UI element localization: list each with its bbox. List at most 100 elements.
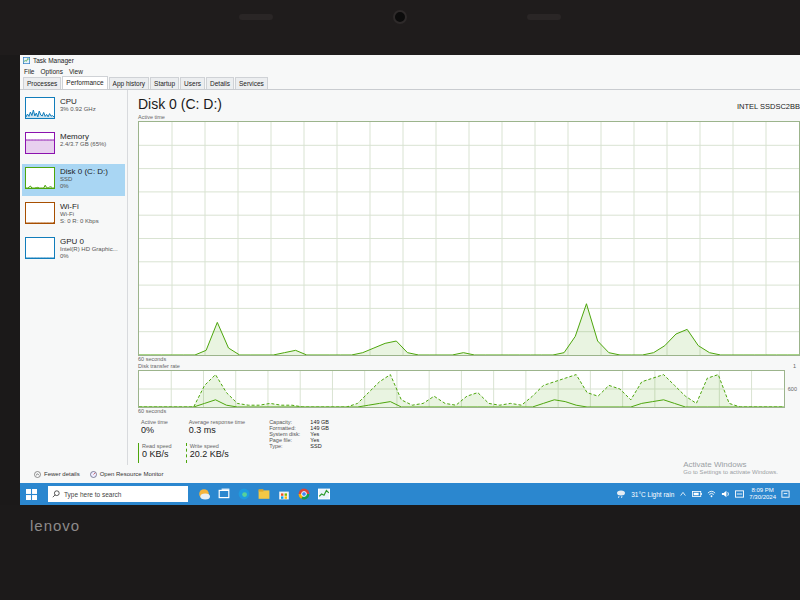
chart-plot	[26, 98, 54, 118]
stat-value: 0.3 ms	[189, 425, 245, 435]
axis-label-row: 60 seconds	[138, 356, 800, 363]
property-label: Capacity:	[269, 419, 300, 425]
clock-time: 8:09 PM	[751, 487, 773, 494]
search-icon	[52, 490, 60, 498]
battery-icon[interactable]	[692, 490, 702, 498]
stat-label: Average response time	[189, 419, 245, 425]
property-label: Page file:	[269, 437, 300, 443]
weather-widget-icon[interactable]	[198, 488, 210, 500]
wifi-icon[interactable]	[707, 490, 716, 498]
sidebar-name: Wi-Fi	[60, 202, 99, 211]
axis-label: 60 seconds	[138, 356, 166, 363]
detail-header: Disk 0 (C: D:)INTEL SSDSC2BB	[138, 96, 800, 114]
edge-icon[interactable]	[238, 488, 250, 500]
sidebar-text: Wi-FiWi-FiS: 0 R: 0 Kbps	[60, 202, 99, 225]
stat-value: 0%	[141, 425, 172, 435]
sidebar-item[interactable]: Disk 0 (C: D:)SSD0%	[22, 164, 125, 196]
store-icon[interactable]	[278, 488, 290, 500]
series-area	[139, 375, 784, 407]
axis-label-row: Disk transfer rate1	[138, 363, 800, 370]
search-placeholder: Type here to search	[64, 491, 121, 498]
disk-properties: Capacity:149 GBFormatted:149 GBSystem di…	[269, 419, 329, 463]
footer: Fewer details Open Resource Monitor	[20, 465, 800, 483]
watermark-body: Go to Settings to activate Windows.	[683, 469, 778, 475]
sidebar-item[interactable]: GPU 0Intel(R) HD Graphic...0%	[22, 234, 125, 266]
stat: Average response time0.3 ms	[186, 419, 245, 440]
file-explorer-icon[interactable]	[258, 488, 270, 500]
series-line	[139, 400, 784, 407]
sidebar: CPU3% 0.92 GHz Memory2.4/3.7 GB (65%)Disk…	[20, 90, 128, 465]
series-line	[26, 258, 54, 259]
property-label: System disk:	[269, 431, 300, 437]
chevron-up-icon	[34, 471, 41, 478]
task-manager-window: Task ManagerFileOptionsViewProcessesPerf…	[20, 55, 800, 483]
sidebar-item[interactable]: Memory2.4/3.7 GB (65%)	[22, 129, 125, 161]
clock[interactable]: 8:09 PM7/30/2024	[749, 487, 776, 501]
chart-plot	[26, 238, 54, 258]
stats-grid: Active time0% Average response time0.3 ms…	[138, 419, 245, 463]
task-manager-icon	[23, 57, 30, 64]
windows-logo-icon	[26, 489, 37, 500]
clock-date: 7/30/2024	[749, 494, 776, 501]
chart-plot	[26, 168, 54, 188]
sidebar-thumbnail	[25, 237, 55, 259]
sidebar-item[interactable]: CPU3% 0.92 GHz	[22, 94, 125, 126]
tab[interactable]: App history	[109, 77, 150, 89]
chrome-icon[interactable]	[298, 488, 310, 500]
task-view-icon[interactable]	[218, 488, 230, 500]
cloud-rain-icon[interactable]	[616, 489, 626, 499]
property-label: Formatted:	[269, 425, 300, 431]
taskbar: Type here to search 31°C Light rain 8:09 P…	[20, 483, 800, 505]
tab[interactable]: Performance	[62, 76, 107, 89]
title-bar: Task Manager	[20, 55, 800, 66]
sidebar-text: CPU3% 0.92 GHz	[60, 97, 96, 113]
series-line	[26, 140, 54, 141]
notification-icon[interactable]	[781, 490, 790, 499]
property-label: Type:	[269, 443, 300, 449]
transfer-rate-chart	[138, 370, 785, 408]
tab-bar: ProcessesPerformanceApp historyStartupUs…	[20, 76, 800, 90]
sidebar-thumbnail	[25, 132, 55, 154]
sidebar-thumbnail	[25, 97, 55, 119]
stat-value: 0 KB/s	[142, 449, 172, 459]
volume-icon[interactable]	[721, 490, 730, 498]
performance-body: CPU3% 0.92 GHzMemory2.4/3.7 GB (65%)Disk…	[20, 90, 800, 465]
chart-plot	[139, 122, 799, 355]
tab[interactable]: Details	[206, 77, 234, 89]
sidebar-line: Wi-Fi	[60, 211, 99, 218]
bottom-bezel: lenovo	[0, 505, 800, 600]
chevron-up-icon[interactable]	[679, 490, 687, 498]
watermark-title: Activate Windows	[683, 460, 778, 469]
menu-item[interactable]: View	[69, 68, 83, 75]
bezel-slot	[527, 14, 561, 20]
series-line	[139, 375, 784, 407]
stat: Read speed0 KB/s	[138, 443, 172, 464]
stats-area: Active time0% Average response time0.3 ms…	[138, 415, 800, 463]
series-area	[26, 110, 54, 118]
menu-item[interactable]: Options	[40, 68, 62, 75]
screen: Task ManagerFileOptionsViewProcessesPerf…	[20, 55, 800, 505]
search-box[interactable]: Type here to search	[48, 486, 188, 502]
sidebar-line: 0%	[60, 183, 108, 190]
property-value: Yes	[310, 437, 329, 443]
tab[interactable]: Processes	[23, 77, 61, 89]
language-icon[interactable]	[735, 490, 744, 498]
fewer-details-link[interactable]: Fewer details	[34, 471, 80, 478]
task-manager-icon[interactable]	[318, 488, 330, 500]
sidebar-item[interactable]: Wi-FiWi-FiS: 0 R: 0 Kbps	[22, 199, 125, 231]
system-tray: 31°C Light rain 8:09 PM7/30/2024	[616, 487, 790, 501]
pinned-apps	[194, 488, 330, 500]
stat-value: 20.2 KB/s	[190, 449, 245, 459]
series-area	[26, 140, 54, 153]
resource-monitor-link[interactable]: Open Resource Monitor	[90, 471, 164, 478]
tab[interactable]: Startup	[150, 77, 179, 89]
sidebar-line: SSD	[60, 176, 108, 183]
tab[interactable]: Users	[180, 77, 205, 89]
menu-item[interactable]: File	[24, 68, 34, 75]
sidebar-name: CPU	[60, 97, 96, 106]
tab[interactable]: Services	[235, 77, 268, 89]
axis-label: 60 seconds	[138, 408, 166, 415]
start-button[interactable]	[20, 489, 42, 500]
weather-text[interactable]: 31°C Light rain	[631, 491, 674, 498]
stat-label: Active time	[141, 419, 172, 425]
